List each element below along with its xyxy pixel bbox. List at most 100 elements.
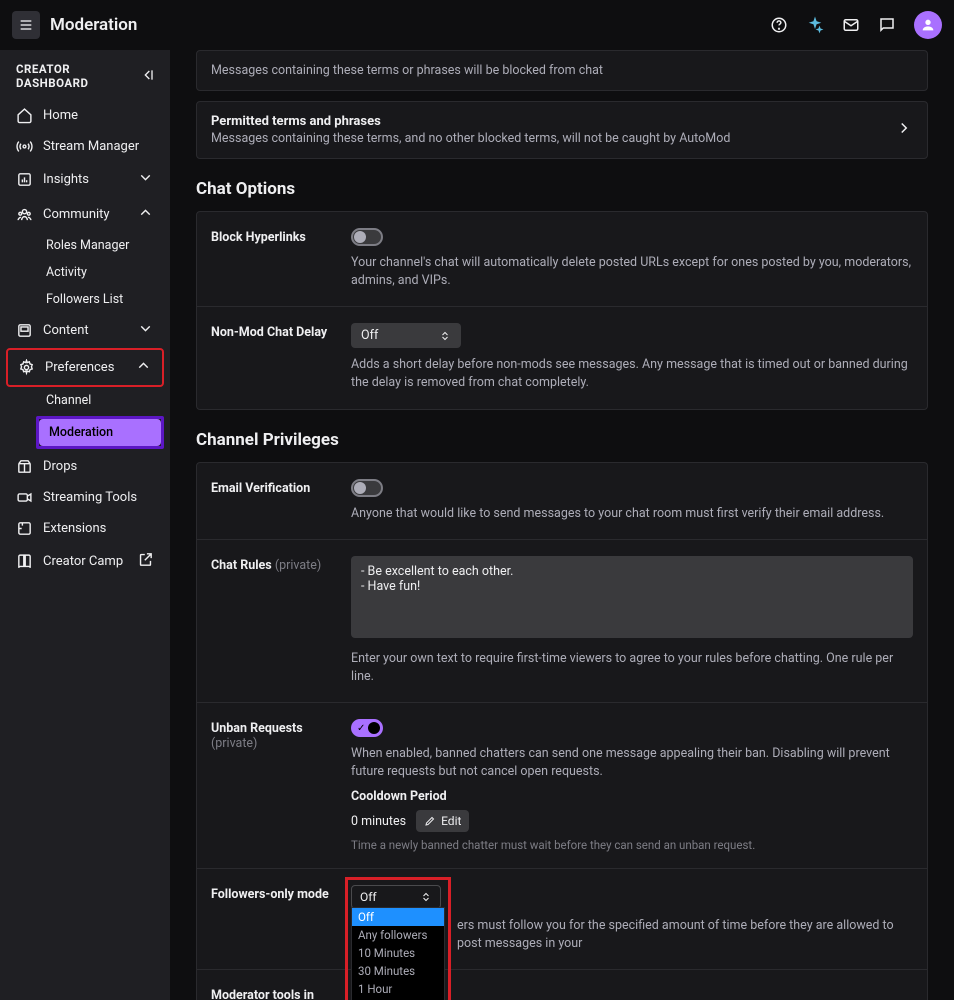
followers-only-dropdown: OffAny followers10 Minutes30 Minutes1 Ho…: [351, 907, 445, 1000]
sidebar-item-label: Extensions: [43, 521, 106, 536]
sidebar-item-stream-manager[interactable]: Stream Manager: [6, 131, 164, 162]
person-icon: [920, 17, 936, 33]
sidebar-title: CREATOR DASHBOARD: [16, 62, 140, 90]
chat-options-panel: Block Hyperlinks Your channel's chat wil…: [196, 211, 928, 410]
collapse-icon: [140, 67, 156, 83]
email-verification-desc: Anyone that would like to send messages …: [351, 505, 913, 523]
sidebar-item-label: Creator Camp: [43, 554, 123, 569]
select-value: Off: [361, 328, 378, 343]
help-icon: [770, 16, 788, 34]
sidebar-item-channel[interactable]: Channel: [36, 387, 164, 414]
sidebar-item-label: Moderation: [49, 425, 113, 440]
non-mod-delay-select[interactable]: Off: [351, 323, 461, 348]
select-chevron-icon: [420, 891, 432, 903]
sidebar-item-insights[interactable]: Insights: [6, 162, 164, 197]
section-chat-options: Chat Options: [196, 179, 928, 199]
unban-requests-label: Unban Requests (private): [211, 719, 341, 852]
sidebar-item-streaming-tools[interactable]: Streaming Tools: [6, 482, 164, 513]
camera-icon: [16, 489, 33, 506]
dropdown-option[interactable]: 30 Minutes: [352, 962, 444, 980]
sidebar-item-activity[interactable]: Activity: [36, 259, 164, 286]
user-avatar[interactable]: [914, 11, 942, 39]
sidebar-item-moderation[interactable]: Moderation: [39, 419, 161, 446]
sidebar-item-followers-list[interactable]: Followers List: [36, 286, 164, 313]
card-title: Permitted terms and phrases: [211, 114, 895, 129]
unban-requests-desc: When enabled, banned chatters can send o…: [351, 745, 913, 781]
followers-only-label: Followers-only mode: [211, 885, 341, 953]
sparkle-icon: [806, 16, 824, 34]
unban-requests-toggle[interactable]: ✓: [351, 719, 383, 737]
sidebar-item-content[interactable]: Content: [6, 313, 164, 348]
mail-icon: [842, 16, 860, 34]
sidebar-item-label: Community: [43, 207, 110, 222]
sidebar-item-home[interactable]: Home: [6, 100, 164, 131]
chat-rules-textarea[interactable]: [351, 556, 913, 638]
sidebar-item-label: Roles Manager: [46, 238, 129, 253]
book-icon: [16, 553, 33, 570]
chevron-down-icon: [137, 169, 154, 186]
pencil-icon: [424, 815, 436, 827]
sidebar-item-label: Preferences: [45, 360, 114, 375]
chevron-up-icon: [137, 204, 154, 221]
page-title: Moderation: [50, 15, 137, 35]
main-content: Messages containing these terms or phras…: [170, 50, 954, 1000]
external-link-icon: [137, 551, 154, 568]
dropdown-option[interactable]: Any followers: [352, 926, 444, 944]
dropdown-option[interactable]: 10 Minutes: [352, 944, 444, 962]
sidebar-item-drops[interactable]: Drops: [6, 451, 164, 482]
sidebar: CREATOR DASHBOARD Home Stream Manager In…: [0, 50, 170, 1000]
non-mod-delay-label: Non-Mod Chat Delay: [211, 323, 341, 392]
sidebar-item-roles-manager[interactable]: Roles Manager: [36, 232, 164, 259]
chevron-up-icon: [135, 357, 152, 374]
hamburger-icon: [18, 17, 34, 33]
drops-icon: [16, 458, 33, 475]
sidebar-item-label: Stream Manager: [43, 139, 139, 154]
permitted-terms-card[interactable]: Permitted terms and phrases Messages con…: [196, 101, 928, 159]
blocked-terms-card[interactable]: Messages containing these terms or phras…: [196, 50, 928, 91]
sidebar-item-label: Channel: [46, 393, 91, 408]
cooldown-value: 0 minutes: [351, 814, 406, 829]
dropdown-option[interactable]: Off: [352, 908, 444, 926]
sidebar-item-label: Drops: [43, 459, 77, 474]
block-hyperlinks-toggle[interactable]: [351, 228, 383, 246]
email-verification-toggle[interactable]: [351, 479, 383, 497]
whispers-button[interactable]: [878, 16, 896, 34]
broadcast-icon: [16, 138, 33, 155]
sidebar-item-label: Followers List: [46, 292, 123, 307]
followers-only-select[interactable]: Off: [351, 885, 441, 909]
email-verification-label: Email Verification: [211, 479, 341, 523]
block-hyperlinks-label: Block Hyperlinks: [211, 228, 341, 290]
sidebar-item-extensions[interactable]: Extensions: [6, 513, 164, 544]
chart-icon: [16, 171, 33, 188]
topbar: Moderation: [0, 0, 954, 50]
menu-button[interactable]: [12, 11, 40, 39]
sidebar-item-creator-camp[interactable]: Creator Camp: [6, 544, 164, 579]
sidebar-item-label: Home: [43, 108, 78, 123]
gear-icon: [18, 359, 35, 376]
cooldown-desc: Time a newly banned chatter must wait be…: [351, 838, 913, 852]
sidebar-item-preferences[interactable]: Preferences: [6, 348, 164, 387]
help-button[interactable]: [770, 16, 788, 34]
sidebar-item-label: Activity: [46, 265, 87, 280]
chat-icon: [878, 16, 896, 34]
mod-tools-label: Moderator tools in chat (private): [211, 986, 341, 1000]
chat-rules-desc: Enter your own text to require first-tim…: [351, 650, 913, 686]
community-icon: [16, 206, 33, 223]
section-channel-privileges: Channel Privileges: [196, 430, 928, 450]
extensions-icon: [16, 520, 33, 537]
select-chevron-icon: [439, 330, 451, 342]
block-hyperlinks-desc: Your channel's chat will automatically d…: [351, 254, 913, 290]
cooldown-title: Cooldown Period: [351, 789, 913, 804]
sidebar-collapse-button[interactable]: [140, 67, 156, 86]
sidebar-item-label: Streaming Tools: [43, 490, 137, 505]
cooldown-edit-button[interactable]: Edit: [416, 810, 469, 832]
card-description: Messages containing these terms, and no …: [211, 131, 895, 146]
dropdown-option[interactable]: 1 Hour: [352, 980, 444, 998]
chat-rules-label: Chat Rules (private): [211, 556, 341, 686]
channel-privileges-panel: Email Verification Anyone that would lik…: [196, 462, 928, 1000]
sidebar-item-label: Content: [43, 323, 89, 338]
ai-button[interactable]: [806, 16, 824, 34]
sidebar-item-community[interactable]: Community: [6, 197, 164, 232]
inbox-button[interactable]: [842, 16, 860, 34]
sidebar-item-label: Insights: [43, 172, 89, 187]
